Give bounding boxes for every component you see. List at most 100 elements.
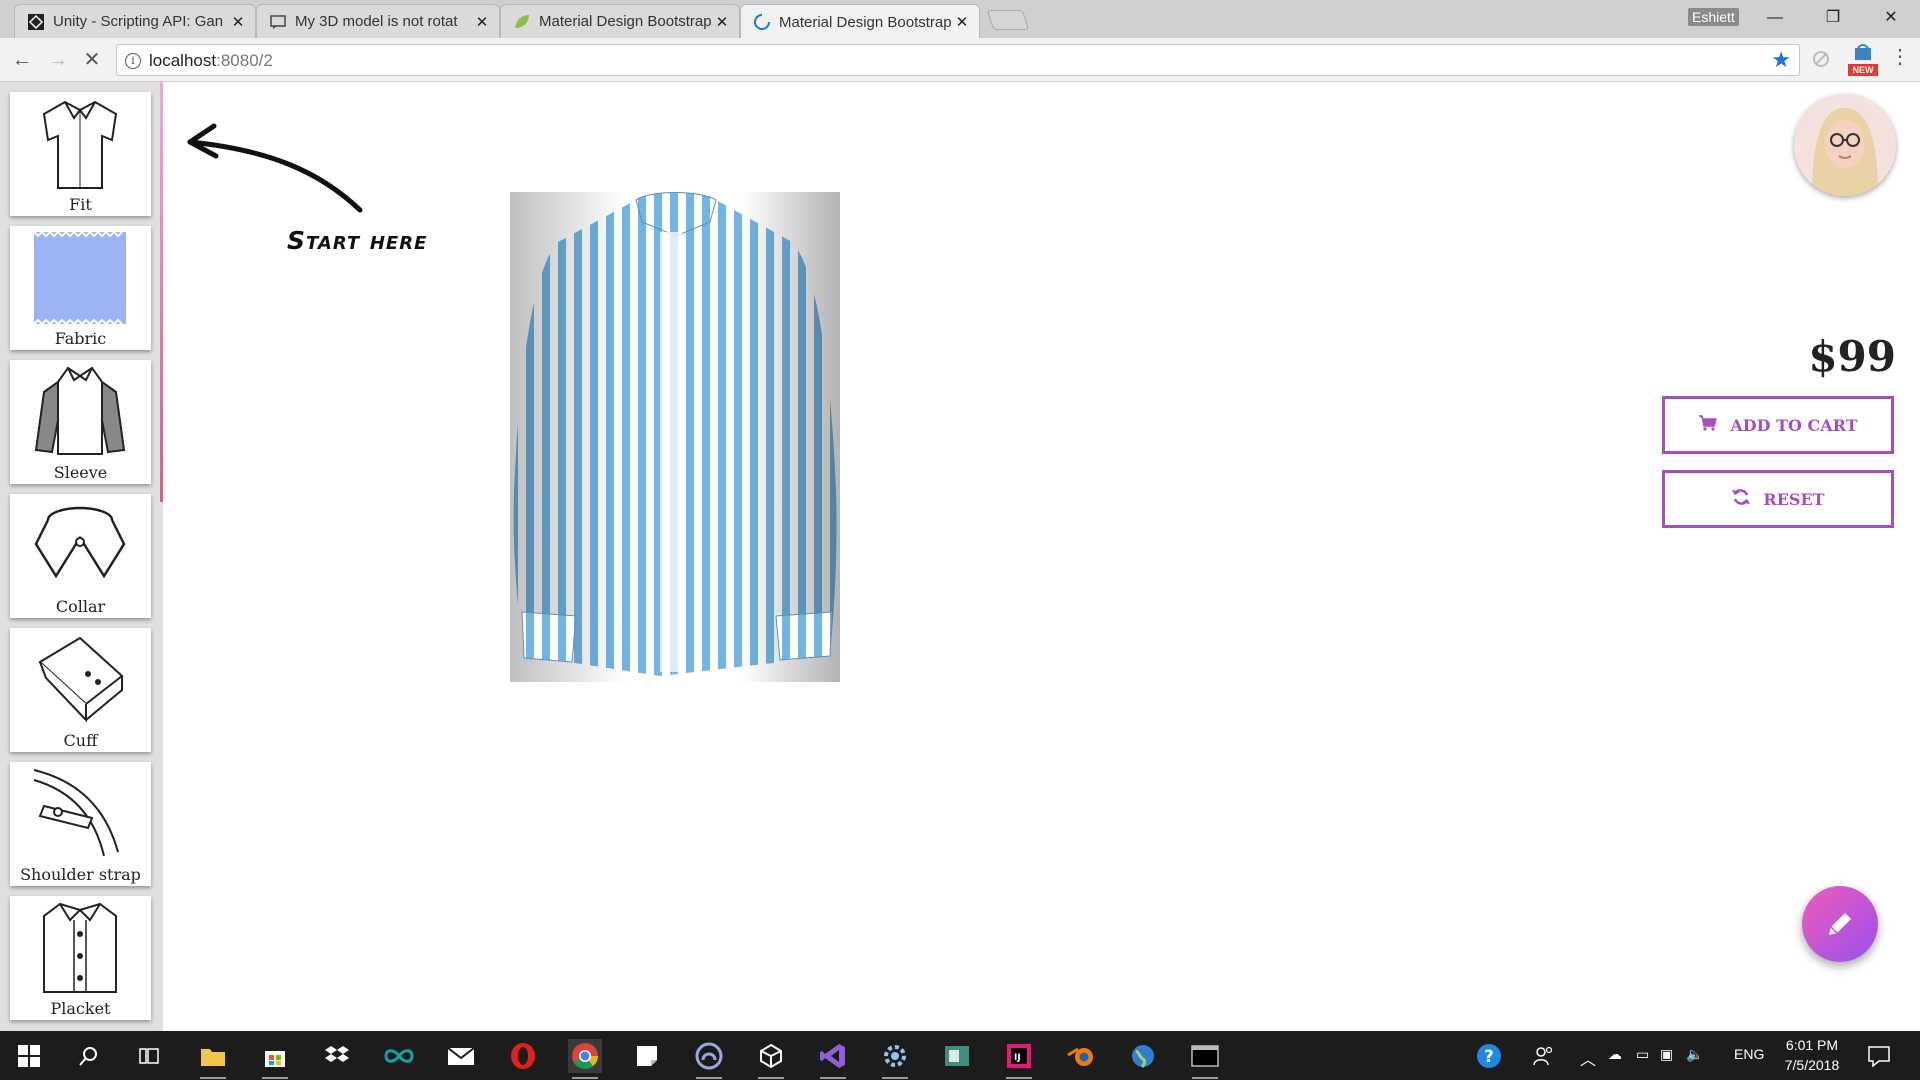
sidebar-item-label: Cuff [63, 731, 98, 750]
browser-tab[interactable]: Material Design Bootstrap ✕ [500, 4, 740, 38]
bittorrent-icon[interactable] [692, 1039, 726, 1079]
tab-close-icon[interactable]: ✕ [713, 13, 731, 31]
sidebar-item-cuff[interactable]: Cuff [10, 628, 151, 752]
search-icon[interactable] [72, 1039, 106, 1073]
help-icon[interactable]: ? [1472, 1039, 1506, 1073]
sidebar-item-shoulder-strap[interactable]: Shoulder strap [10, 762, 151, 886]
browser-tab[interactable]: My 3D model is not rotat ✕ [256, 4, 500, 38]
terminal-icon[interactable] [1188, 1039, 1222, 1079]
visual-studio-icon[interactable] [816, 1039, 850, 1079]
tab-title: Material Design Bootstrap [779, 13, 952, 31]
mail-icon[interactable] [444, 1039, 478, 1073]
browser-tab-active[interactable]: Material Design Bootstrap ✕ [740, 4, 980, 39]
unity-icon [27, 13, 45, 31]
dropbox-icon[interactable] [320, 1039, 354, 1073]
store-icon[interactable] [258, 1039, 292, 1079]
onedrive-cloud-icon[interactable]: ☁ [1608, 1046, 1622, 1063]
shirt-fit-icon [42, 100, 118, 189]
hand-drawn-arrow-icon [187, 123, 363, 213]
loading-spinner-icon [753, 13, 771, 31]
chrome-icon[interactable] [568, 1039, 602, 1079]
fabric-swatch-icon [33, 230, 126, 326]
profile-name[interactable]: Eshiett [1688, 8, 1739, 26]
tab-close-icon[interactable]: ✕ [953, 13, 971, 31]
show-hidden-icons-chevron-icon[interactable]: ︿ [1580, 1046, 1596, 1070]
shoulder-strap-icon [33, 769, 119, 857]
restore-icon[interactable]: ❐ [1810, 4, 1856, 32]
blender-icon[interactable] [1064, 1039, 1098, 1073]
cart-icon [1698, 414, 1718, 437]
tab-title: Material Design Bootstrap [539, 13, 712, 30]
shirt-3d-preview[interactable] [510, 192, 840, 682]
sidebar-item-label: Shoulder strap [20, 865, 141, 884]
add-to-cart-label: ADD TO CART [1730, 415, 1858, 435]
browser-titlebar: Unity - Scripting API: Gan ✕ My 3D model… [0, 0, 1920, 39]
customizer-page: Fit Fabric Sleeve Collar Cuff Shoulder s… [0, 82, 1920, 1031]
extension-icon[interactable] [1810, 48, 1832, 75]
reset-label: RESET [1763, 489, 1825, 509]
svg-text:?: ? [1484, 1047, 1494, 1067]
opera-icon[interactable] [506, 1039, 540, 1073]
system-clock[interactable]: 6:01 PM 7/5/2018 [1772, 1035, 1852, 1075]
intellij-icon[interactable]: IJ [1002, 1039, 1036, 1079]
arduino-icon[interactable] [382, 1039, 416, 1073]
leaf-icon [513, 13, 531, 31]
sidebar-item-label: Fabric [54, 329, 107, 348]
sidebar-item-sleeve[interactable]: Sleeve [10, 360, 151, 484]
volume-icon[interactable]: 🔈 [1686, 1046, 1703, 1063]
menu-dots-icon[interactable]: ⋮ [1890, 44, 1910, 69]
sidebar-item-label: Fit [69, 195, 92, 214]
start-here-hint: Start here [287, 226, 428, 255]
sidebar-item-label: Sleeve [53, 463, 108, 482]
tab-close-icon[interactable]: ✕ [229, 13, 247, 31]
back-arrow-icon[interactable]: ← [8, 46, 36, 74]
product-price: $99 [1808, 332, 1896, 381]
user-avatar[interactable] [1794, 94, 1896, 196]
site-info-icon[interactable]: i [125, 53, 141, 69]
browser-tab[interactable]: Unity - Scripting API: Gan ✕ [14, 4, 256, 38]
tab-title: Unity - Scripting API: Gan [53, 13, 224, 30]
close-window-icon[interactable]: ✕ [1868, 4, 1914, 32]
placket-icon [43, 902, 117, 993]
new-tab-button[interactable] [986, 10, 1030, 30]
globe-icon[interactable] [1126, 1039, 1160, 1073]
sidebar-item-fit[interactable]: Fit [10, 92, 151, 216]
sticky-notes-icon[interactable] [630, 1039, 664, 1073]
address-bar[interactable]: i localhost:8080/2 ★ [116, 44, 1800, 76]
add-to-cart-button[interactable]: ADD TO CART [1662, 396, 1894, 454]
collar-icon [34, 506, 126, 579]
pencil-icon [1829, 913, 1851, 935]
edit-fab-button[interactable] [1802, 886, 1878, 962]
new-badge: NEW [1848, 64, 1878, 76]
unity-taskbar-icon[interactable] [754, 1039, 788, 1079]
action-center-icon[interactable] [1862, 1039, 1896, 1073]
browser-toolbar: ← → ✕ i localhost:8080/2 ★ ⋮ [0, 38, 1920, 82]
sidebar-item-collar[interactable]: Collar [10, 494, 151, 618]
forward-arrow-icon[interactable]: → [44, 46, 72, 74]
task-view-icon[interactable] [132, 1039, 166, 1073]
clock-date: 7/5/2018 [1784, 1057, 1840, 1073]
sidebar-item-label: Collar [55, 597, 106, 616]
network-icon[interactable]: ▣ [1660, 1046, 1673, 1063]
tab-close-icon[interactable]: ✕ [473, 13, 491, 31]
sourcetree-icon[interactable] [940, 1039, 974, 1073]
battery-icon[interactable]: ▭ [1636, 1046, 1649, 1063]
svg-text:IJ: IJ [1014, 1053, 1021, 1063]
settings-gear-icon[interactable] [878, 1039, 912, 1079]
clock-time: 6:01 PM [1785, 1037, 1839, 1053]
file-explorer-icon[interactable] [196, 1039, 230, 1079]
option-sidebar: Fit Fabric Sleeve Collar Cuff Shoulder s… [0, 82, 163, 1031]
windows-start-icon[interactable] [12, 1039, 46, 1073]
reset-button[interactable]: RESET [1662, 470, 1894, 528]
stop-loading-icon[interactable]: ✕ [78, 46, 106, 74]
input-language[interactable]: ENG [1734, 1046, 1764, 1062]
forum-icon [269, 13, 287, 31]
cuff-icon [38, 636, 124, 723]
windows-taskbar: IJ ? ︿ ☁ ▭ ▣ 🔈 ENG 6:01 PM 7/5/2018 [0, 1031, 1920, 1080]
minimize-icon[interactable]: — [1752, 4, 1798, 32]
people-icon[interactable] [1526, 1039, 1560, 1073]
sidebar-item-placket[interactable]: Placket [10, 896, 151, 1020]
sidebar-item-fabric[interactable]: Fabric [10, 226, 151, 350]
bookmark-star-icon[interactable]: ★ [1771, 47, 1791, 73]
url-text[interactable]: localhost:8080/2 [149, 51, 273, 71]
